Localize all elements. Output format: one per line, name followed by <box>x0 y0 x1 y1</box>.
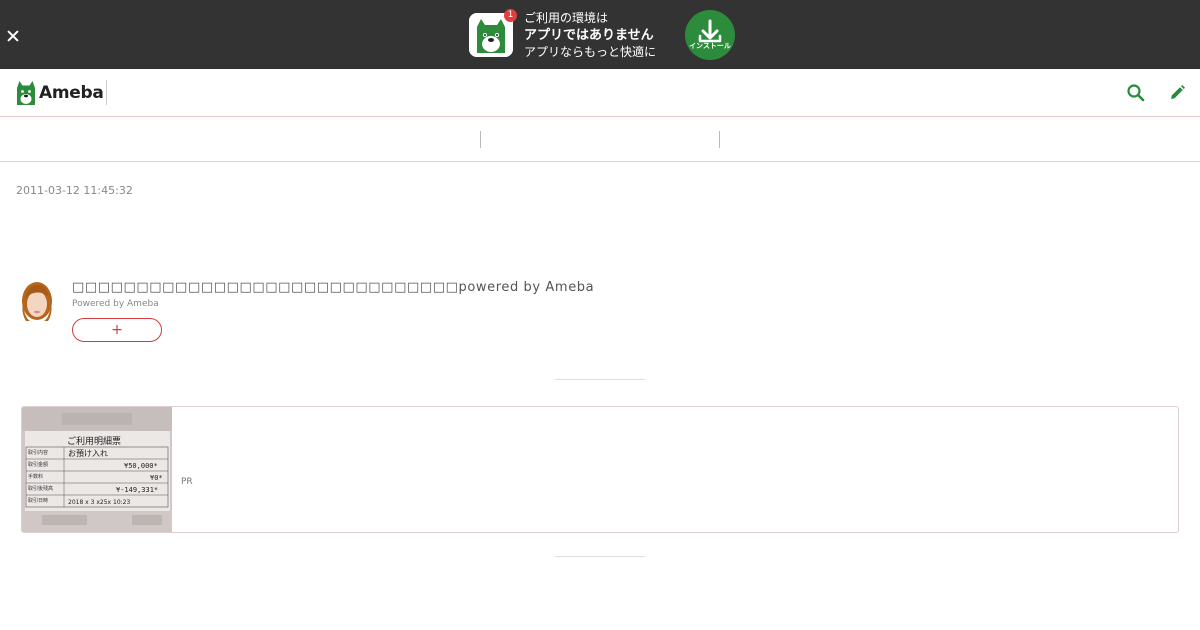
receipt-fee: ¥0* <box>150 474 163 482</box>
receipt-row-5: 取引日時 <box>28 497 48 504</box>
section-divider <box>555 556 645 557</box>
receipt-datetime: 2018 ⅹ 3 ⅹ25ⅹ 10:23 <box>68 499 130 506</box>
logo-text: Ameba <box>39 83 104 103</box>
write-post-button[interactable] <box>1167 83 1187 103</box>
blog-subtitle: Powered by Ameba <box>72 299 159 309</box>
tab-2[interactable] <box>481 117 719 161</box>
receipt-row-3: 手数料 <box>28 473 43 480</box>
close-icon[interactable] <box>5 28 21 44</box>
pr-label: PR <box>181 477 193 487</box>
receipt-row-1: 取引内容 <box>28 449 48 456</box>
author-avatar[interactable] <box>20 281 54 323</box>
banner-line-2: アプリではありません <box>524 28 654 43</box>
banner-line-1: ご利用の環境は <box>524 11 609 25</box>
receipt-row-2: 取引金額 <box>28 461 48 468</box>
site-header: Ameba <box>0 69 1200 117</box>
pr-ad-card[interactable]: ご利用明細票 取引内容 取引金額 手数料 取引後残高 取引日時 お預け入れ ¥5… <box>21 406 1179 533</box>
ameba-app-icon[interactable]: 1 <box>469 9 517 57</box>
install-button[interactable]: インストール <box>685 10 735 60</box>
receipt-amount: ¥50,000* <box>124 462 158 470</box>
receipt-heading: ご利用明細票 <box>67 435 121 447</box>
ameba-logo[interactable]: Ameba <box>16 80 104 106</box>
receipt-balance: ¥-149,331* <box>116 486 158 494</box>
install-label: インストール <box>689 42 731 50</box>
post-date: 2011-03-12 11:45:32 <box>16 184 133 197</box>
header-divider <box>106 80 107 105</box>
pencil-icon <box>1171 85 1185 99</box>
blog-title[interactable]: □□□□□□□□□□□□□□□□□□□□□□□□□□□□□□powered by… <box>72 280 594 295</box>
search-icon <box>1127 84 1145 102</box>
avatar-image <box>22 282 52 321</box>
banner-message: ご利用の環境は アプリではありません アプリならもっと快適に <box>524 10 656 61</box>
receipt-thumbnail: ご利用明細票 取引内容 取引金額 手数料 取引後残高 取引日時 お預け入れ ¥5… <box>22 407 172 532</box>
download-icon <box>698 19 722 43</box>
receipt-row-4: 取引後残高 <box>28 485 53 492</box>
app-install-banner: 1 ご利用の環境は アプリではありません アプリならもっと快適に インストール <box>0 0 1200 69</box>
ameba-logo-icon <box>17 81 35 105</box>
section-divider <box>555 379 645 380</box>
banner-line-3: アプリならもっと快適に <box>524 45 657 59</box>
tab-3[interactable] <box>720 117 1200 161</box>
receipt-deposit: お預け入れ <box>68 449 108 458</box>
tab-1[interactable] <box>0 117 480 161</box>
blog-nav-tabs <box>0 117 1200 162</box>
notification-badge: 1 <box>504 9 517 22</box>
follow-button[interactable]: + <box>72 318 162 342</box>
search-button[interactable] <box>1126 83 1146 103</box>
